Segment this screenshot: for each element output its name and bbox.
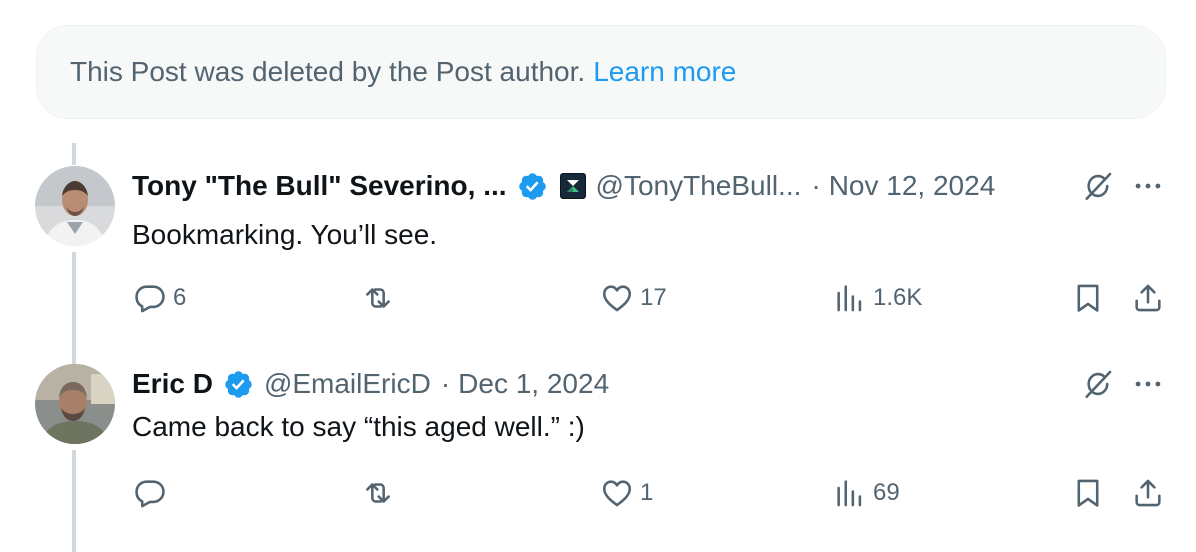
user-handle[interactable]: @EmailEricD (264, 368, 431, 400)
more-options-icon[interactable] (1131, 169, 1165, 203)
thread-connector-bottom (72, 450, 76, 552)
reply-icon (133, 281, 167, 315)
learn-more-link[interactable]: Learn more (593, 56, 736, 88)
reply-count: 6 (173, 284, 187, 311)
separator-dot: · (440, 368, 451, 399)
heart-icon (600, 476, 634, 510)
bookmark-icon (1071, 476, 1105, 510)
tweet-header: Eric D @EmailEricD · Dec 1, 2024 (132, 364, 609, 404)
tweet-text: Came back to say “this aged well.” :) (132, 411, 585, 442)
user-handle[interactable]: @TonyTheBull... (596, 170, 802, 202)
bookmark-icon (1071, 281, 1105, 315)
heart-icon (600, 281, 634, 315)
thread-connector-middle (72, 252, 76, 364)
avatar[interactable] (35, 364, 115, 444)
affiliate-badge-icon[interactable] (559, 173, 586, 199)
views-icon (833, 281, 867, 315)
reply-button[interactable] (133, 476, 173, 510)
share-button[interactable] (1131, 476, 1165, 510)
bookmark-button[interactable] (1071, 281, 1105, 315)
like-button[interactable]: 1 (600, 476, 653, 510)
share-icon (1131, 281, 1165, 315)
view-count: 69 (873, 479, 900, 506)
grok-icon[interactable] (1081, 367, 1115, 401)
views-icon (833, 476, 867, 510)
avatar[interactable] (35, 166, 115, 246)
display-name[interactable]: Tony "The Bull" Severino, ... (132, 170, 507, 202)
deleted-post-notice: This Post was deleted by the Post author… (36, 25, 1166, 119)
views-button[interactable]: 69 (833, 476, 900, 510)
tweet-text: Bookmarking. You’ll see. (132, 219, 438, 250)
bookmark-button[interactable] (1071, 476, 1105, 510)
post-date[interactable]: Dec 1, 2024 (458, 368, 609, 400)
like-button[interactable]: 17 (600, 281, 667, 315)
post-date[interactable]: Nov 12, 2024 (829, 170, 996, 202)
reply-button[interactable]: 6 (133, 281, 186, 315)
like-count: 1 (640, 479, 654, 506)
like-count: 17 (640, 284, 667, 311)
views-button[interactable]: 1.6K (833, 281, 922, 315)
deleted-notice-text: This Post was deleted by the Post author… (70, 56, 586, 87)
repost-icon (361, 281, 395, 315)
thread-connector-top (72, 143, 76, 165)
avatar-image (35, 166, 115, 246)
repost-button[interactable] (361, 476, 401, 510)
repost-button[interactable] (361, 281, 401, 315)
display-name[interactable]: Eric D (132, 368, 213, 400)
verified-badge-icon[interactable] (223, 369, 254, 400)
share-button[interactable] (1131, 281, 1165, 315)
verified-badge-icon[interactable] (517, 171, 548, 202)
tweet-header: Tony "The Bull" Severino, ... @TonyTheBu… (132, 166, 995, 206)
view-count: 1.6K (873, 284, 923, 311)
avatar-image (35, 364, 115, 444)
share-icon (1131, 476, 1165, 510)
reply-icon (133, 476, 167, 510)
repost-icon (361, 476, 395, 510)
separator-dot: · (811, 170, 821, 201)
grok-icon[interactable] (1081, 169, 1115, 203)
more-options-icon[interactable] (1131, 367, 1165, 401)
